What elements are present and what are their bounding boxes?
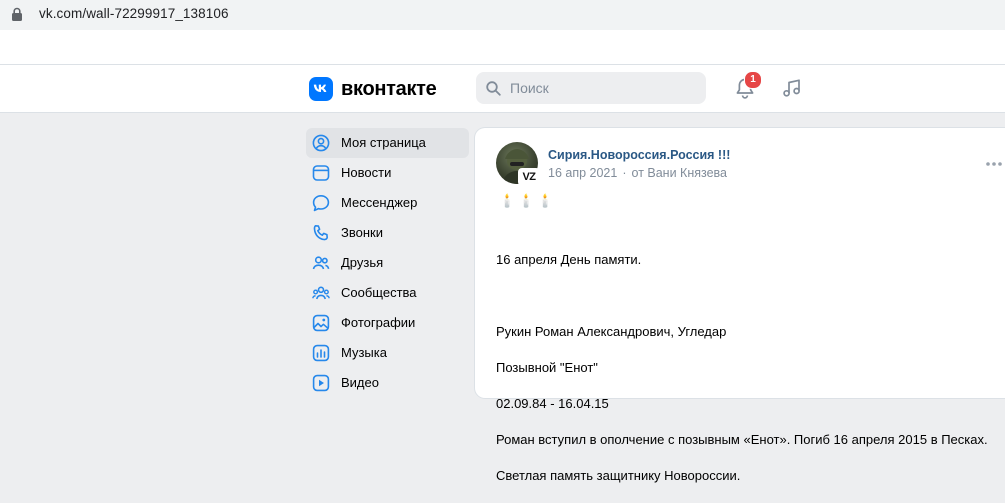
sidebar-item-label: Моя страница [341,135,426,150]
wall-post: VZ Сирия.Новороссия.Россия !!! 16 апр 20… [475,128,1005,483]
avatar-badge: VZ [518,168,540,186]
photo-icon [312,314,330,332]
lock-icon [12,7,22,21]
post-line: Роман вступил в ополчение с позывным «Ен… [496,432,988,447]
sidebar-item-photos[interactable]: Фотографии [306,308,469,338]
search-icon [486,81,501,96]
sidebar-item-label: Звонки [341,225,383,240]
browser-address-bar[interactable]: vk.com/wall-72299917_138106 [0,0,1005,30]
sidebar-item-my-page[interactable]: Моя страница [306,128,469,158]
sidebar-item-friends[interactable]: Друзья [306,248,469,278]
candle-emoji-row: 🕯️🕯️🕯️ [499,193,557,208]
post-line [496,287,1005,305]
sidebar-item-communities[interactable]: Сообщества [306,278,469,308]
meta-separator: · [622,166,627,180]
post-meta: 16 апр 2021 · от Вани Князева [548,166,727,180]
post-line: Рукин Роман Александрович, Угледар [496,324,727,339]
communities-icon [312,286,330,300]
site-header: вконтакте 1 [0,65,1005,113]
sidebar-item-label: Фотографии [341,315,416,330]
sidebar-item-label: Мессенджер [341,195,418,210]
music-icon[interactable] [782,78,802,98]
sidebar-item-label: Музыка [341,345,387,360]
more-options-icon[interactable] [985,161,1003,167]
music-icon [312,344,330,362]
sidebar-item-news[interactable]: Новости [306,158,469,188]
post-line: 16 апреля День памяти. [496,252,642,267]
friends-icon [312,256,330,270]
sidebar-item-label: Сообщества [341,285,417,300]
sidebar-item-calls[interactable]: Звонки [306,218,469,248]
vk-logo[interactable]: вконтакте [309,76,437,102]
post-line: 02.09.84 - 16.04.15 [496,396,609,411]
post-author-link[interactable]: Сирия.Новороссия.Россия !!! [548,148,730,162]
news-icon [312,165,330,181]
search-input[interactable] [476,72,706,104]
post-date[interactable]: 16 апр 2021 [548,166,617,180]
sidebar-item-label: Друзья [341,255,384,270]
sidebar-item-video[interactable]: Видео [306,368,469,398]
vk-logo-icon [309,77,333,101]
sidebar-item-label: Новости [341,165,392,180]
sidebar-item-music[interactable]: Музыка [306,338,469,368]
browser-toolbar-spacer [0,30,1005,65]
post-line: Позывной "Енот" [496,360,598,375]
sidebar-item-messenger[interactable]: Мессенджер [306,188,469,218]
user-circle-icon [312,134,330,152]
url-text[interactable]: vk.com/wall-72299917_138106 [39,6,229,21]
video-icon [312,374,330,392]
notification-badge: 1 [744,71,762,89]
vk-logo-text: вконтакте [341,77,437,100]
message-icon [312,195,330,212]
post-signed-by[interactable]: от Вани Князева [632,166,727,180]
post-text: 16 апреля День памяти. Рукин Роман Алекс… [496,233,1005,503]
post-line: Светлая память защитнику Новороссии. [496,468,741,483]
phone-icon [313,225,328,241]
left-sidebar: Моя страница Новости Мессенджер Звонки Д… [306,128,469,398]
